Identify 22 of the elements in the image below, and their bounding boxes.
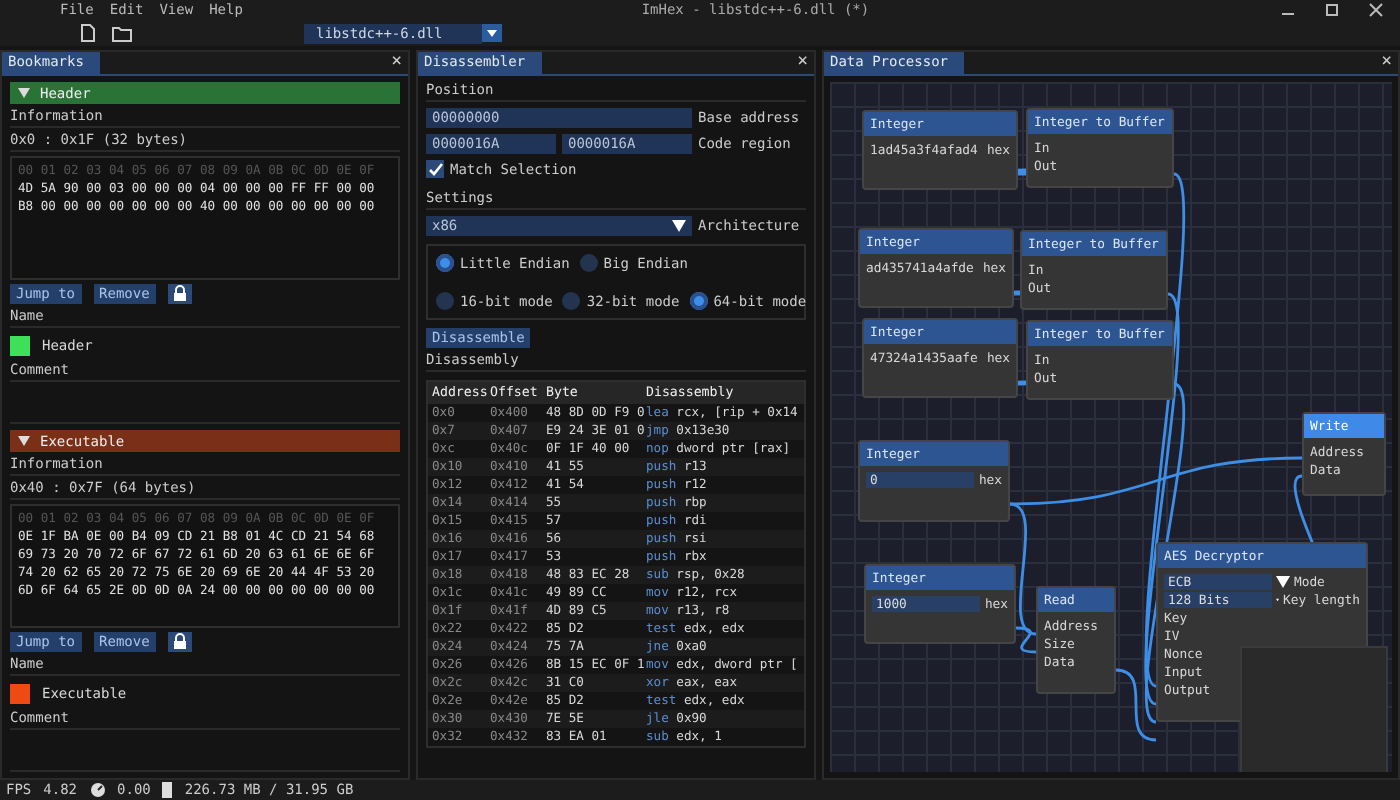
caret-icon <box>18 88 30 98</box>
maximize-icon[interactable] <box>1323 2 1340 18</box>
color-swatch[interactable] <box>10 683 30 703</box>
close-icon[interactable] <box>1367 2 1384 18</box>
close-button[interactable]: × <box>791 54 814 72</box>
close-button[interactable]: × <box>385 54 408 72</box>
new-file-icon[interactable] <box>80 24 96 42</box>
radio-button[interactable] <box>436 254 454 272</box>
radio-button[interactable] <box>436 292 454 310</box>
memory-icon <box>162 782 173 798</box>
caret-icon <box>672 219 686 231</box>
checkbox[interactable] <box>426 160 444 178</box>
radio-button[interactable] <box>579 254 598 272</box>
color-swatch[interactable] <box>10 335 30 355</box>
lock-icon[interactable] <box>167 284 192 304</box>
caret-icon <box>18 436 30 446</box>
dropdown-caret-icon[interactable] <box>482 24 503 42</box>
close-button[interactable]: × <box>1375 54 1398 72</box>
radio-button[interactable] <box>562 292 581 310</box>
lock-icon[interactable] <box>167 632 192 652</box>
folder-icon[interactable] <box>112 25 132 41</box>
radio-button[interactable] <box>689 292 708 310</box>
